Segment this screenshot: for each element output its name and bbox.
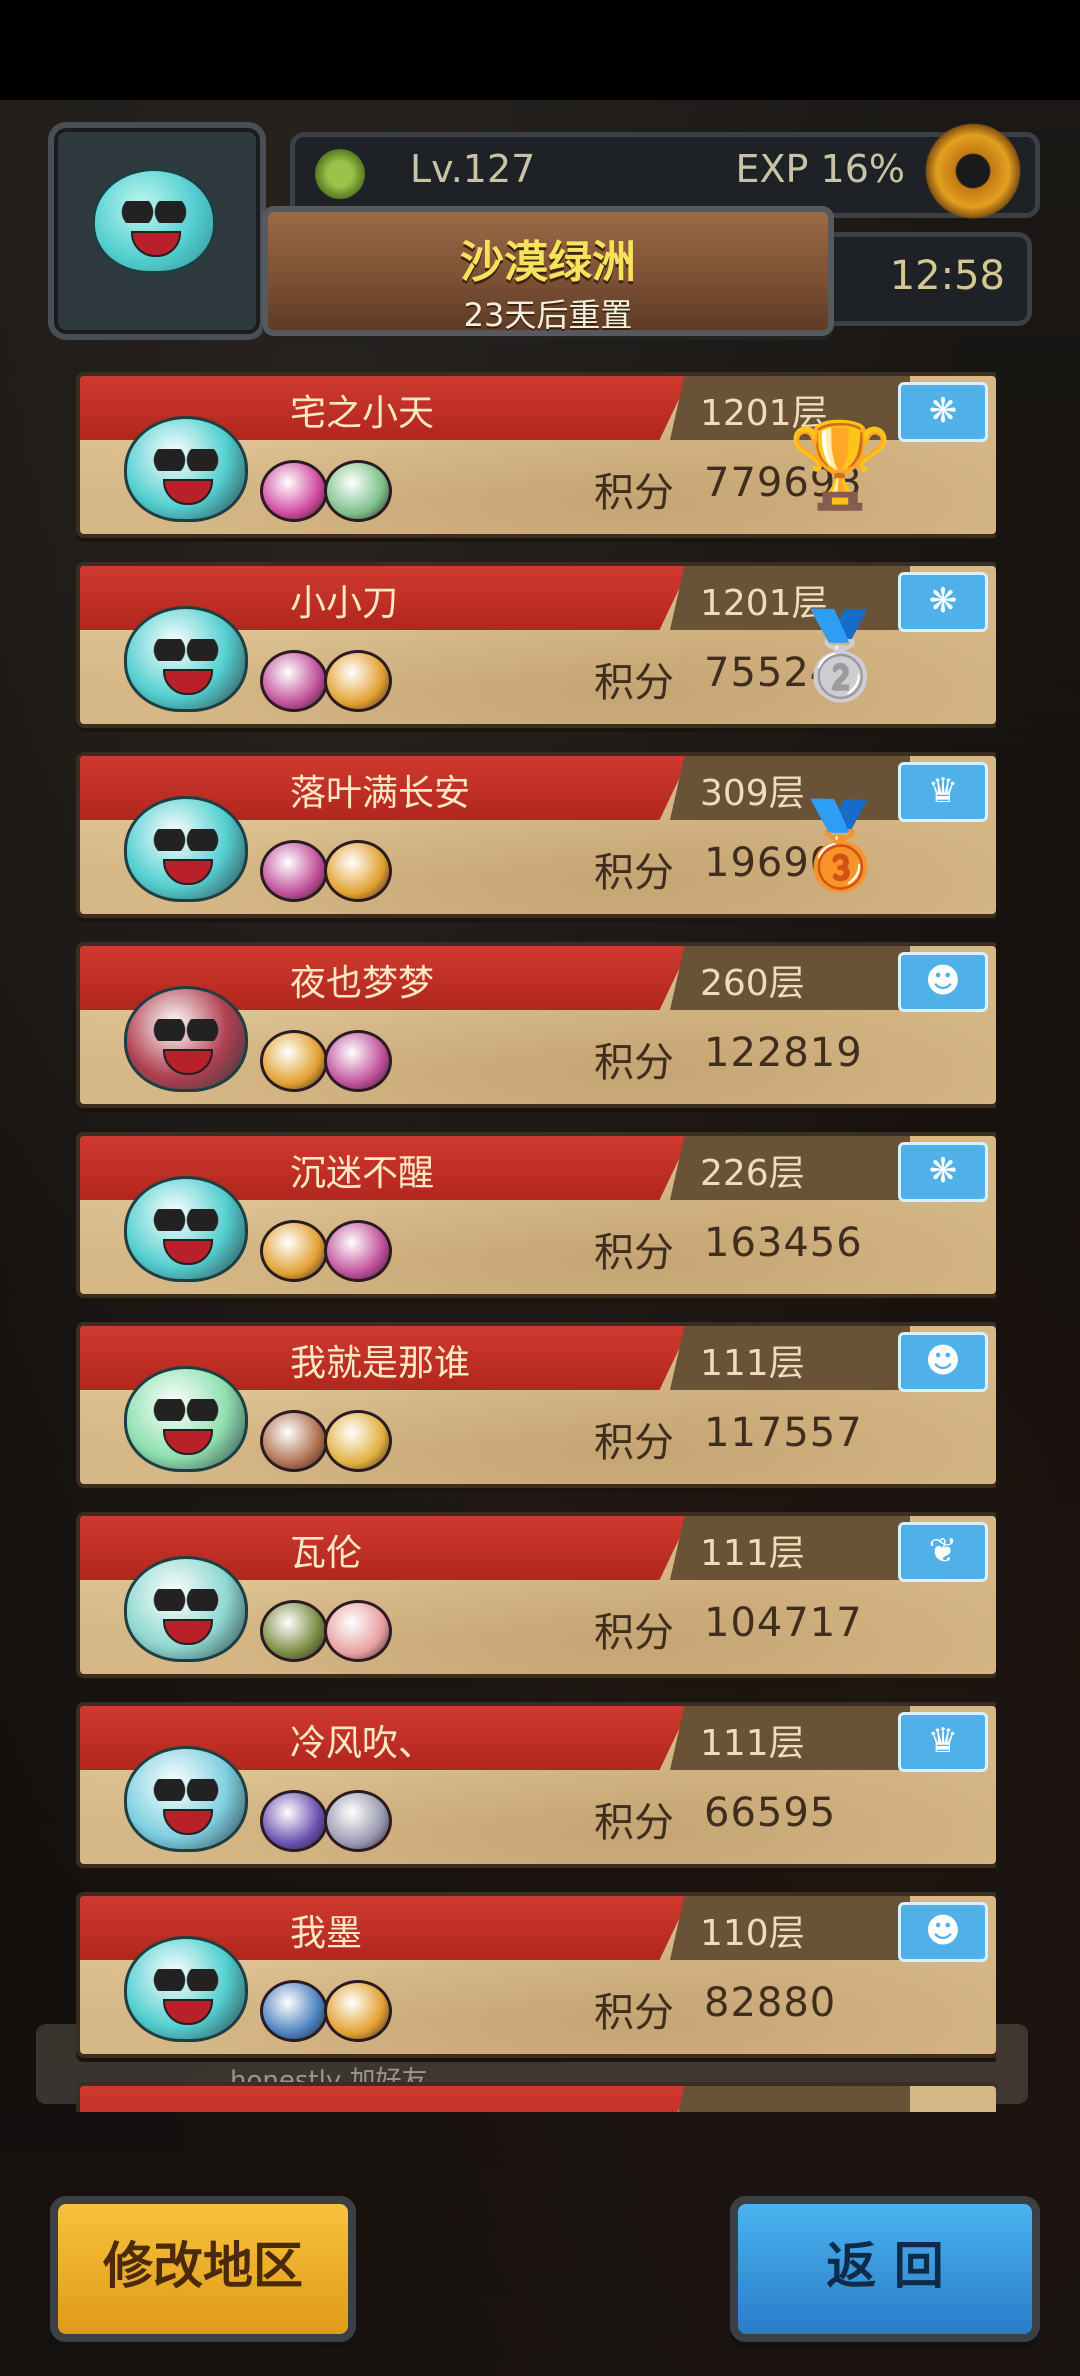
player-name: 沉迷不醒 xyxy=(290,1153,435,1194)
pet-monster xyxy=(324,650,392,712)
pet-monster xyxy=(260,1410,328,1472)
player-monster xyxy=(124,416,248,522)
pet-monster xyxy=(324,1980,392,2042)
player-name: 瓦伦 xyxy=(290,1533,363,1574)
faction-badge-icon: ♛ xyxy=(898,1712,988,1772)
player-name: 冷风吹、 xyxy=(290,1723,435,1764)
ranking-row-partial[interactable] xyxy=(76,2082,996,2112)
season-reset-text: 23天后重置 xyxy=(463,296,633,334)
ranking-row[interactable]: 冷风吹、 111层 积分 66595 ♛ xyxy=(76,1702,996,1868)
player-monster xyxy=(124,1176,248,1282)
ranking-row[interactable]: 沉迷不醒 226层 积分 163456 ❋ xyxy=(76,1132,996,1298)
pet-monster xyxy=(260,460,328,522)
faction-badge-icon: ❦ xyxy=(898,1522,988,1582)
settings-gear-icon[interactable] xyxy=(920,118,1026,224)
pet-monster xyxy=(260,1030,328,1092)
level-icon xyxy=(315,149,365,199)
score-value: 122819 xyxy=(704,1030,863,1076)
player-name: 我墨 xyxy=(290,1913,363,1954)
floor-count: 110层 xyxy=(700,1913,805,1954)
score-label: 积分 xyxy=(594,660,674,706)
player-name: 宅之小天 xyxy=(290,393,435,434)
score-value: 117557 xyxy=(704,1410,863,1456)
avatar-monster xyxy=(92,168,216,274)
ranking-row[interactable]: 瓦伦 111层 积分 104717 ❦ xyxy=(76,1512,996,1678)
pet-monster xyxy=(324,1790,392,1852)
player-monster xyxy=(124,1936,248,2042)
player-monster xyxy=(124,986,248,1092)
floor-count: 111层 xyxy=(700,1723,805,1764)
pet-monster xyxy=(260,840,328,902)
score-label: 积分 xyxy=(594,1990,674,2036)
time-box: 12:58 xyxy=(800,232,1032,326)
pet-monster xyxy=(324,1030,392,1092)
pet-monster xyxy=(324,840,392,902)
player-name: 我就是那谁 xyxy=(290,1343,471,1384)
back-button[interactable]: 返 回 xyxy=(730,2196,1040,2342)
ranking-row[interactable]: 宅之小天 1201层 积分 779693 ❋ 🏆 xyxy=(76,372,996,538)
score-value: 66595 xyxy=(704,1790,837,1836)
trophy-icon: 🥉 xyxy=(788,796,893,894)
score-label: 积分 xyxy=(594,1040,674,1086)
ranking-list[interactable]: 宅之小天 1201层 积分 779693 ❋ 🏆 小小刀 1201层 积分 75… xyxy=(76,372,996,2112)
trophy-icon: 🏆 xyxy=(788,416,893,514)
score-label: 积分 xyxy=(594,470,674,516)
score-value: 82880 xyxy=(704,1980,837,2026)
exp-text: EXP 16% xyxy=(735,147,906,191)
faction-badge-icon: ♛ xyxy=(898,762,988,822)
floor-count: 226层 xyxy=(700,1153,805,1194)
ranking-row[interactable]: 夜也梦梦 260层 积分 122819 ☻ xyxy=(76,942,996,1108)
score-label: 积分 xyxy=(594,850,674,896)
score-value: 104717 xyxy=(704,1600,863,1646)
faction-badge-icon: ☻ xyxy=(898,1902,988,1962)
score-label: 积分 xyxy=(594,1800,674,1846)
pet-monster xyxy=(324,1220,392,1282)
faction-badge-icon: ☻ xyxy=(898,1332,988,1392)
player-monster xyxy=(124,1746,248,1852)
pet-monster xyxy=(324,1410,392,1472)
player-avatar[interactable] xyxy=(48,122,266,340)
player-name: 小小刀 xyxy=(290,583,399,624)
player-name: 落叶满长安 xyxy=(290,773,471,814)
pet-monster xyxy=(260,1790,328,1852)
player-monster xyxy=(124,796,248,902)
pet-monster xyxy=(260,1220,328,1282)
player-monster xyxy=(124,1556,248,1662)
pet-monster xyxy=(324,1600,392,1662)
player-name: 夜也梦梦 xyxy=(290,963,435,1004)
season-title: 沙漠绿洲 xyxy=(460,237,636,288)
floor-count: 111层 xyxy=(700,1343,805,1384)
faction-badge-icon: ❋ xyxy=(898,1142,988,1202)
faction-badge-icon: ❋ xyxy=(898,382,988,442)
pet-monster xyxy=(260,650,328,712)
pet-monster xyxy=(260,1600,328,1662)
pet-monster xyxy=(324,460,392,522)
level-text: Lv.127 xyxy=(410,147,536,191)
ranking-row[interactable]: 落叶满长安 309层 积分 196908 ♛ 🥉 xyxy=(76,752,996,918)
ranking-row[interactable]: 小小刀 1201层 积分 755243 ❋ 🥈 xyxy=(76,562,996,728)
faction-badge-icon: ☻ xyxy=(898,952,988,1012)
score-label: 积分 xyxy=(594,1230,674,1276)
pet-monster xyxy=(260,1980,328,2042)
score-label: 积分 xyxy=(594,1420,674,1466)
player-monster xyxy=(124,1366,248,1472)
ranking-row[interactable]: 我就是那谁 111层 积分 117557 ☻ xyxy=(76,1322,996,1488)
season-banner: 沙漠绿洲 23天后重置 xyxy=(262,206,834,336)
time-text: 12:58 xyxy=(889,253,1005,299)
floor-count: 111层 xyxy=(700,1533,805,1574)
floor-count: 260层 xyxy=(700,963,805,1004)
score-label: 积分 xyxy=(594,1610,674,1656)
ranking-row[interactable]: 我墨 110层 积分 82880 ☻ xyxy=(76,1892,996,2058)
player-monster xyxy=(124,606,248,712)
score-value: 163456 xyxy=(704,1220,863,1266)
change-region-button[interactable]: 修改地区 xyxy=(50,2196,356,2342)
faction-badge-icon: ❋ xyxy=(898,572,988,632)
trophy-icon: 🥈 xyxy=(788,606,893,704)
